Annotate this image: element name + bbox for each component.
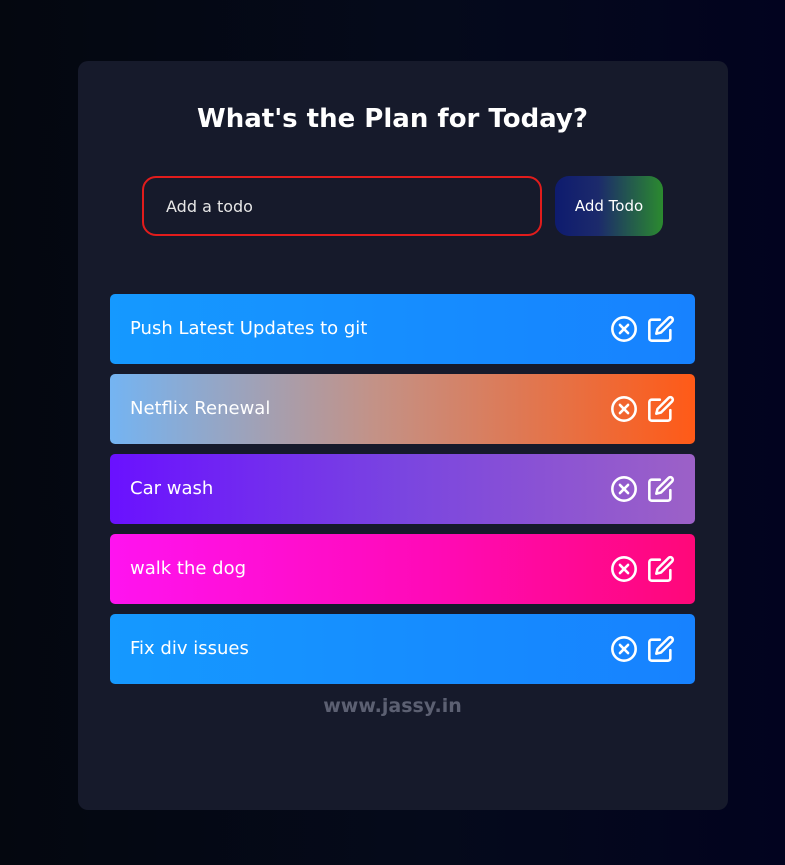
close-circle-icon[interactable] [610, 555, 638, 583]
edit-icon[interactable] [647, 315, 675, 343]
todo-item: Car wash [110, 454, 695, 524]
todo-text: Netflix Renewal [130, 398, 271, 419]
todo-item: walk the dog [110, 534, 695, 604]
edit-icon[interactable] [647, 395, 675, 423]
close-circle-icon[interactable] [610, 395, 638, 423]
close-circle-icon[interactable] [610, 635, 638, 663]
todo-input[interactable] [142, 176, 542, 236]
todo-text: walk the dog [130, 558, 247, 579]
edit-icon[interactable] [647, 635, 675, 663]
page-title: What's the Plan for Today? [197, 104, 588, 134]
add-todo-button[interactable]: Add Todo [555, 176, 663, 236]
edit-icon[interactable] [647, 475, 675, 503]
todo-text: Push Latest Updates to git [130, 318, 368, 339]
todo-text: Fix div issues [130, 638, 249, 659]
todo-text: Car wash [130, 478, 214, 499]
watermark: www.jassy.in [323, 695, 462, 717]
todo-item: Fix div issues [110, 614, 695, 684]
todo-item: Netflix Renewal [110, 374, 695, 444]
edit-icon[interactable] [647, 555, 675, 583]
close-circle-icon[interactable] [610, 315, 638, 343]
close-circle-icon[interactable] [610, 475, 638, 503]
todo-item: Push Latest Updates to git [110, 294, 695, 364]
